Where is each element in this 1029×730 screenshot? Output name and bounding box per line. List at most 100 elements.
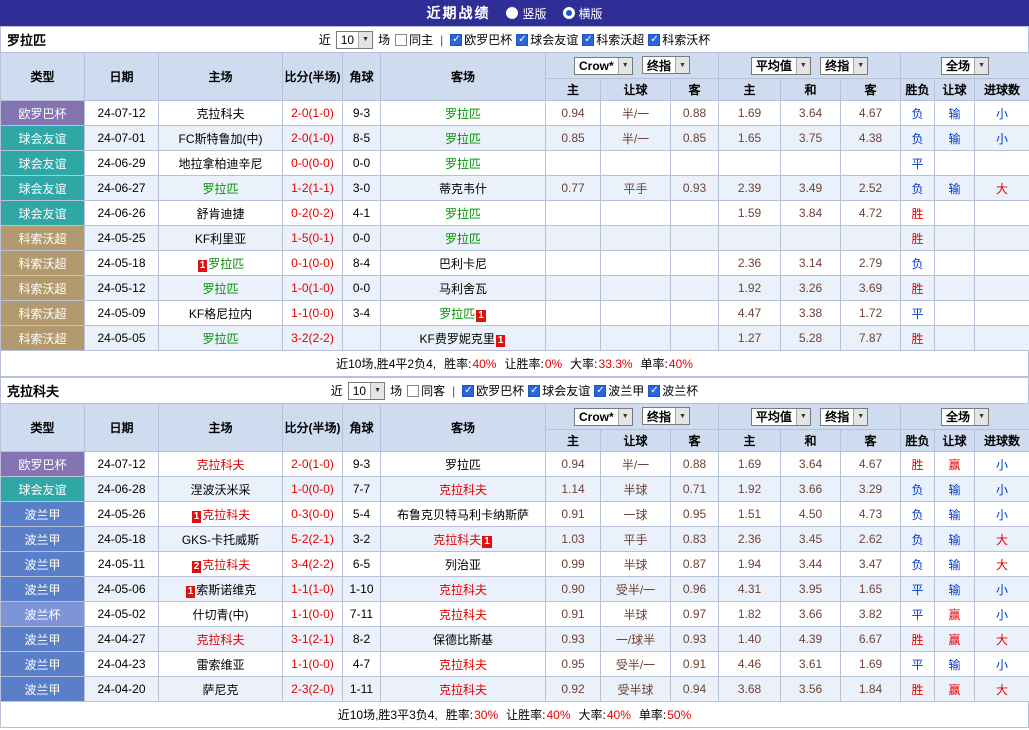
league-filter[interactable]: 球会友谊 <box>528 382 590 399</box>
match-row: 波兰杯24-05-02什切青(中)1-1(0-0)7-11克拉科夫0.91半球0… <box>1 602 1029 627</box>
away-team-name: 巴利卡尼 <box>439 257 487 271</box>
odds-value <box>601 201 671 226</box>
col-header-date: 日期 <box>85 53 159 101</box>
average-time-select[interactable]: 终指▼ <box>820 57 868 75</box>
col-header-away: 客场 <box>381 53 546 101</box>
match-date: 24-06-29 <box>85 151 159 176</box>
avg-odds-value: 1.69 <box>719 452 781 477</box>
checkbox-checked-icon[interactable] <box>516 34 528 46</box>
same-venue-filter[interactable]: 同主 <box>395 31 433 48</box>
dropdown-arrow-icon: ▼ <box>796 58 810 74</box>
match-count-select[interactable]: 10 ▼ <box>348 382 385 400</box>
match-date: 24-05-02 <box>85 602 159 627</box>
checkbox-checked-icon[interactable] <box>582 34 594 46</box>
checkbox-unchecked-icon[interactable] <box>407 385 419 397</box>
summary-stat-label: 让胜率: <box>504 357 543 371</box>
match-count-value: 10 <box>349 383 370 399</box>
match-row: 球会友谊24-06-26舒肯迪捷0-2(0-2)4-1罗拉匹1.593.844.… <box>1 201 1029 226</box>
league-badge: 波兰甲 <box>1 577 85 602</box>
league-filter[interactable]: 科索沃超 <box>582 31 644 48</box>
league-badge: 波兰甲 <box>1 677 85 702</box>
odds-value: 平手 <box>601 176 671 201</box>
checkbox-checked-icon[interactable] <box>462 385 474 397</box>
match-score: 2-0(1-0) <box>283 452 343 477</box>
league-filter[interactable]: 波兰杯 <box>648 382 698 399</box>
odds-value <box>671 226 719 251</box>
away-team-name: 保德比斯基 <box>433 633 493 647</box>
home-team-name: 克拉科夫 <box>196 458 244 472</box>
layout-horizontal-option[interactable]: 横版 <box>563 5 603 22</box>
odds-time-select[interactable]: 终指▼ <box>642 56 690 74</box>
odds-time-select-value: 终指 <box>643 408 675 424</box>
avg-odds-value: 7.87 <box>841 326 901 351</box>
bookmaker-select[interactable]: Crow*▼ <box>574 57 633 75</box>
result-value: 小 <box>975 101 1029 126</box>
full-match-select[interactable]: 全场▼ <box>941 57 989 75</box>
avg-odds-value: 1.51 <box>719 502 781 527</box>
result-value: 胜 <box>901 677 935 702</box>
average-select[interactable]: 平均值▼ <box>751 408 811 426</box>
away-team-name: 罗拉匹 <box>445 157 481 171</box>
odds-value: 0.88 <box>671 452 719 477</box>
match-row: 波兰甲24-05-18GKS-卡托威斯5-2(2-1)3-2克拉科夫11.03平… <box>1 527 1029 552</box>
result-value: 赢 <box>935 602 975 627</box>
layout-vertical-option[interactable]: 竖版 <box>506 5 546 22</box>
result-value: 输 <box>935 101 975 126</box>
average-time-select[interactable]: 终指▼ <box>820 408 868 426</box>
home-team-cell: 2克拉科夫 <box>159 552 283 577</box>
match-count-select[interactable]: 10 ▼ <box>336 31 373 49</box>
league-filter[interactable]: 科索沃杯 <box>648 31 710 48</box>
league-filter[interactable]: 欧罗巴杯 <box>450 31 512 48</box>
match-date: 24-05-25 <box>85 226 159 251</box>
summary-stat-value: 40% <box>546 708 570 722</box>
avg-odds-value: 3.14 <box>781 251 841 276</box>
full-match-select[interactable]: 全场▼ <box>941 408 989 426</box>
match-score: 0-0(0-0) <box>283 151 343 176</box>
corner-score: 0-0 <box>343 226 381 251</box>
match-row: 欧罗巴杯24-07-12克拉科夫2-0(1-0)9-3罗拉匹0.94半/一0.8… <box>1 101 1029 126</box>
radio-selected-icon[interactable] <box>563 7 575 19</box>
result-value: 胜 <box>901 627 935 652</box>
odds-time-select[interactable]: 终指▼ <box>642 407 690 425</box>
full-match-select-value: 全场 <box>942 58 974 74</box>
league-filter[interactable]: 球会友谊 <box>516 31 578 48</box>
checkbox-checked-icon[interactable] <box>450 34 462 46</box>
radio-unselected-icon[interactable] <box>506 7 518 19</box>
match-row: 欧罗巴杯24-07-12克拉科夫2-0(1-0)9-3罗拉匹0.94半/一0.8… <box>1 452 1029 477</box>
result-value: 负 <box>901 126 935 151</box>
result-value: 大 <box>975 552 1029 577</box>
match-score: 3-4(2-2) <box>283 552 343 577</box>
avg-odds-value: 3.38 <box>781 301 841 326</box>
summary-stat-value: 30% <box>474 708 498 722</box>
summary-stat-label: 胜率: <box>446 708 473 722</box>
league-filter[interactable]: 波兰甲 <box>594 382 644 399</box>
result-value: 平 <box>901 602 935 627</box>
dropdown-arrow-icon: ▼ <box>853 58 867 74</box>
result-value: 输 <box>935 527 975 552</box>
league-badge: 科索沃超 <box>1 251 85 276</box>
avg-odds-value: 2.62 <box>841 527 901 552</box>
summary-stat: 大率:40% <box>579 706 631 723</box>
avg-odds-value: 3.68 <box>719 677 781 702</box>
home-team-cell: KF利里亚 <box>159 226 283 251</box>
odds-value: 半/一 <box>601 101 671 126</box>
same-venue-filter[interactable]: 同客 <box>407 382 445 399</box>
checkbox-checked-icon[interactable] <box>648 34 660 46</box>
match-row: 科索沃超24-05-05罗拉匹3-2(2-2)KF费罗妮克里11.275.287… <box>1 326 1029 351</box>
avg-odds-value: 4.67 <box>841 452 901 477</box>
bookmaker-select[interactable]: Crow*▼ <box>574 408 633 426</box>
checkbox-checked-icon[interactable] <box>648 385 660 397</box>
away-team-name: 罗拉匹 <box>439 307 475 321</box>
checkbox-checked-icon[interactable] <box>528 385 540 397</box>
checkbox-unchecked-icon[interactable] <box>395 34 407 46</box>
league-badge: 科索沃超 <box>1 226 85 251</box>
summary-stat-value: 40% <box>607 708 631 722</box>
odds-value <box>601 301 671 326</box>
checkbox-checked-icon[interactable] <box>594 385 606 397</box>
corner-score: 9-3 <box>343 452 381 477</box>
home-team-cell: KF格尼拉内 <box>159 301 283 326</box>
average-select[interactable]: 平均值▼ <box>751 57 811 75</box>
odds-value <box>671 151 719 176</box>
odds-value <box>601 151 671 176</box>
league-filter[interactable]: 欧罗巴杯 <box>462 382 524 399</box>
